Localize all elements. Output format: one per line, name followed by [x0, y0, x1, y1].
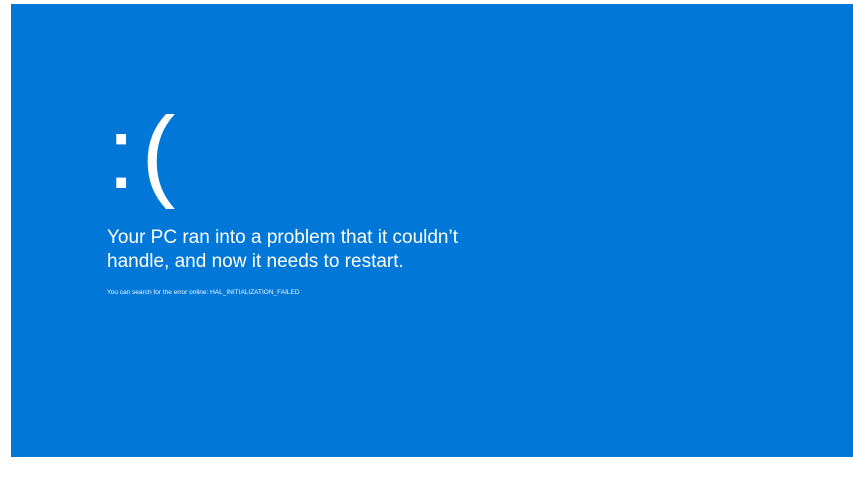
- sad-face-emoticon: :(: [107, 96, 182, 210]
- error-message: Your PC ran into a problem that it could…: [107, 226, 527, 274]
- error-message-line-2: handle, and now it needs to restart.: [107, 251, 404, 272]
- stop-code-text: You can search for the error online: HAL…: [107, 289, 300, 296]
- error-message-line-1: Your PC ran into a problem that it could…: [107, 227, 458, 248]
- bsod-screen: :( Your PC ran into a problem that it co…: [11, 4, 853, 457]
